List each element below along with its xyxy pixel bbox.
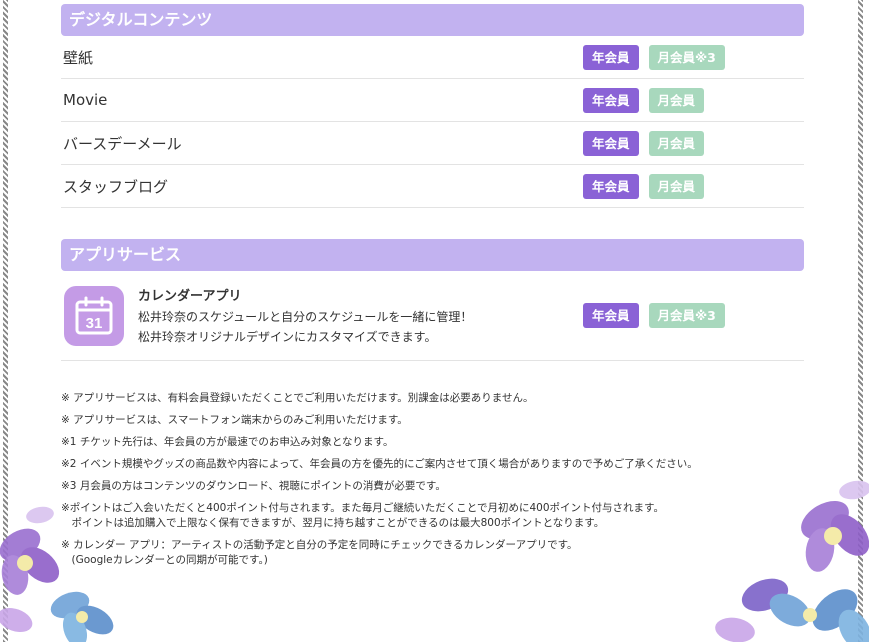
flower-decoration-right <box>715 480 869 642</box>
content-row-movie: Movie 年会員 月会員 <box>61 79 804 122</box>
content-label: バースデーメール <box>63 134 182 153</box>
note-item: ※ポイントはご入会いただくと400ポイント付与されます。また毎月ご継続いただくこ… <box>61 502 664 529</box>
calendar-icon-number: 31 <box>86 315 103 332</box>
content-label: Movie <box>63 91 108 109</box>
month-member-badge: 月会員※3 <box>648 44 725 70</box>
year-member-badge: 年会員 <box>583 87 639 113</box>
note-item: ※ カレンダー アプリ：アーティストの活動予定と自分の予定を同時にチェックできる… <box>61 539 578 566</box>
month-member-badge: 月会員 <box>648 173 705 199</box>
month-member-badge: 月会員 <box>648 87 705 113</box>
content-row-staff-blog: スタッフブログ 年会員 月会員 <box>61 165 804 208</box>
notes-list: ※ アプリサービスは、有料会員登録いただくことでご利用いただけます。別課金は必要… <box>61 391 804 568</box>
calendar-icon: 31 <box>64 285 124 346</box>
app-info: 31 カレンダーアプリ 松井玲奈のスケジュールと自分のスケジュールを一緒に管理！… <box>61 285 472 347</box>
app-text: カレンダーアプリ 松井玲奈のスケジュールと自分のスケジュールを一緒に管理！ 松井… <box>138 285 472 347</box>
content-label: スタッフブログ <box>63 177 169 196</box>
content-label: 壁紙 <box>63 48 94 67</box>
badge-group: 年会員 月会員 <box>583 87 804 113</box>
note-item: ※ アプリサービスは、スマートフォン端末からのみご利用いただけます。 <box>61 414 408 426</box>
app-description-line-2: 松井玲奈オリジナルデザインにカスタマイズできます。 <box>138 329 437 344</box>
membership-content: デジタルコンテンツ 壁紙 年会員 月会員※3 Movie 年会員 月会員 バース… <box>61 4 804 575</box>
year-member-badge: 年会員 <box>583 130 639 156</box>
note-item: ※2 イベント規模やグッズの商品数や内容によって、年会員の方を優先的にご案内させ… <box>61 458 698 470</box>
year-member-badge: 年会員 <box>583 173 639 199</box>
note-item: ※1 チケット先行は、年会員の方が最速でのお申込み対象となります。 <box>61 436 394 448</box>
app-description-line-1: 松井玲奈のスケジュールと自分のスケジュールを一緒に管理！ <box>138 309 473 324</box>
app-service-header: アプリサービス <box>61 239 804 271</box>
year-member-badge: 年会員 <box>583 303 639 328</box>
note-item: ※ アプリサービスは、有料会員登録いただくことでご利用いただけます。別課金は必要… <box>61 392 534 404</box>
app-row-calendar: 31 カレンダーアプリ 松井玲奈のスケジュールと自分のスケジュールを一緒に管理！… <box>61 271 804 361</box>
badge-group: 年会員 月会員※3 <box>583 303 804 328</box>
flower-decoration-left <box>0 506 114 642</box>
month-member-badge: 月会員※3 <box>648 303 725 328</box>
badge-group: 年会員 月会員 <box>583 173 804 199</box>
app-title: カレンダーアプリ <box>138 288 242 304</box>
badge-group: 年会員 月会員※3 <box>583 44 804 70</box>
badge-group: 年会員 月会員 <box>583 130 804 156</box>
content-row-birthday-mail: バースデーメール 年会員 月会員 <box>61 122 804 165</box>
note-item: ※3 月会員の方はコンテンツのダウンロード、視聴にポイントの消費が必要です。 <box>61 480 446 492</box>
year-member-badge: 年会員 <box>583 44 639 70</box>
digital-content-header: デジタルコンテンツ <box>61 4 804 36</box>
content-row-wallpaper: 壁紙 年会員 月会員※3 <box>61 36 804 79</box>
month-member-badge: 月会員 <box>648 130 705 156</box>
